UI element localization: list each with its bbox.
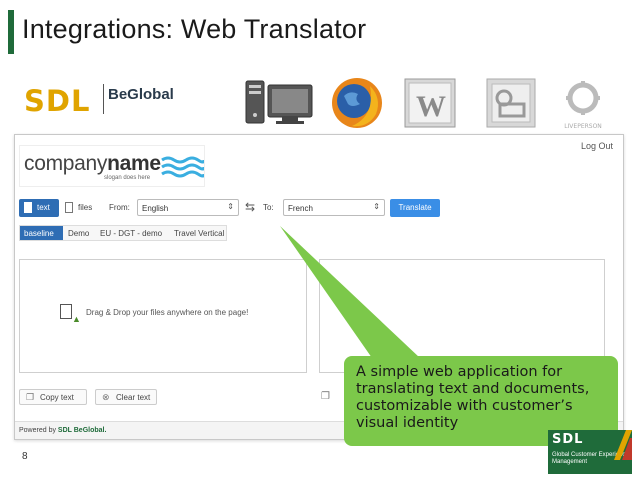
page-number: 8	[22, 451, 28, 462]
corner-logo-title: SDL	[552, 432, 584, 447]
corner-stripe-graphic	[614, 430, 632, 460]
